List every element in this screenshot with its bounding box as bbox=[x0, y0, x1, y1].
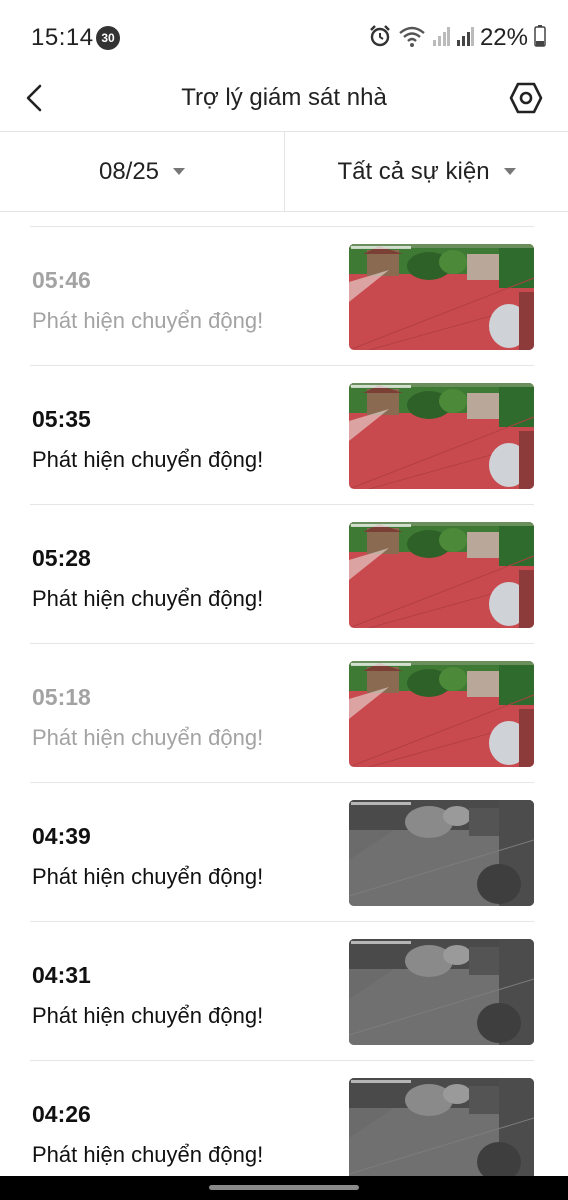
event-time: 04:39 bbox=[32, 823, 91, 849]
event-time: 05:35 bbox=[32, 406, 91, 432]
hexagon-settings-icon bbox=[509, 82, 543, 114]
caret-down-icon bbox=[503, 168, 516, 175]
page-title: Trợ lý giám sát nhà bbox=[181, 84, 387, 111]
status-bar: 15:14 30 22% bbox=[0, 0, 568, 72]
wifi-icon bbox=[398, 24, 426, 53]
notification-badge: 30 bbox=[96, 26, 120, 50]
event-time: 05:46 bbox=[32, 267, 91, 293]
event-thumbnail[interactable] bbox=[349, 383, 534, 489]
event-description: Phát hiện chuyển động! bbox=[32, 447, 264, 472]
event-thumbnail[interactable] bbox=[349, 522, 534, 628]
event-description: Phát hiện chuyển động! bbox=[32, 725, 264, 750]
signal-icon bbox=[432, 25, 450, 52]
signal-icon bbox=[456, 25, 474, 52]
event-description: Phát hiện chuyển động! bbox=[32, 864, 264, 889]
event-item[interactable]: 05:46 Phát hiện chuyển động! bbox=[30, 226, 534, 365]
date-filter-dropdown[interactable]: 08/25 bbox=[0, 132, 285, 211]
event-thumbnail[interactable] bbox=[349, 1078, 534, 1184]
caret-down-icon bbox=[173, 168, 186, 175]
navigation-bar bbox=[0, 1176, 568, 1200]
home-indicator[interactable] bbox=[209, 1185, 359, 1190]
filter-bar: 08/25 Tất cả sự kiện bbox=[0, 132, 568, 212]
battery-percentage: 22% bbox=[479, 24, 528, 51]
event-thumbnail[interactable] bbox=[349, 244, 534, 350]
battery-icon bbox=[534, 24, 546, 52]
event-time: 04:26 bbox=[32, 1101, 91, 1127]
event-item[interactable]: 05:35 Phát hiện chuyển động! bbox=[30, 365, 534, 504]
event-description: Phát hiện chuyển động! bbox=[32, 1142, 264, 1167]
event-type-filter-dropdown[interactable]: Tất cả sự kiện bbox=[285, 132, 568, 211]
event-description: Phát hiện chuyển động! bbox=[32, 586, 264, 611]
date-filter-value: 08/25 bbox=[98, 157, 160, 185]
event-item[interactable]: 04:31 Phát hiện chuyển động! bbox=[30, 921, 534, 1060]
event-item[interactable]: 04:39 Phát hiện chuyển động! bbox=[30, 782, 534, 921]
event-thumbnail[interactable] bbox=[349, 661, 534, 767]
alarm-icon bbox=[368, 24, 392, 53]
event-thumbnail[interactable] bbox=[349, 800, 534, 906]
event-time: 05:18 bbox=[32, 684, 91, 710]
event-item[interactable]: 05:18 Phát hiện chuyển động! bbox=[30, 643, 534, 782]
event-item[interactable]: 05:28 Phát hiện chuyển động! bbox=[30, 504, 534, 643]
settings-button[interactable] bbox=[506, 78, 546, 118]
event-time: 04:31 bbox=[32, 962, 91, 988]
status-icons: 22% bbox=[368, 24, 546, 52]
event-description: Phát hiện chuyển động! bbox=[32, 1003, 264, 1028]
event-description: Phát hiện chuyển động! bbox=[32, 308, 264, 333]
app-header: Trợ lý giám sát nhà bbox=[0, 64, 568, 132]
event-thumbnail[interactable] bbox=[349, 939, 534, 1045]
event-type-filter-value: Tất cả sự kiện bbox=[337, 157, 490, 185]
event-time: 05:28 bbox=[32, 545, 91, 571]
event-list: 05:46 Phát hiện chuyển động! 05:35 Phát hiệ… bbox=[0, 226, 568, 1199]
status-time: 15:14 bbox=[31, 24, 94, 51]
